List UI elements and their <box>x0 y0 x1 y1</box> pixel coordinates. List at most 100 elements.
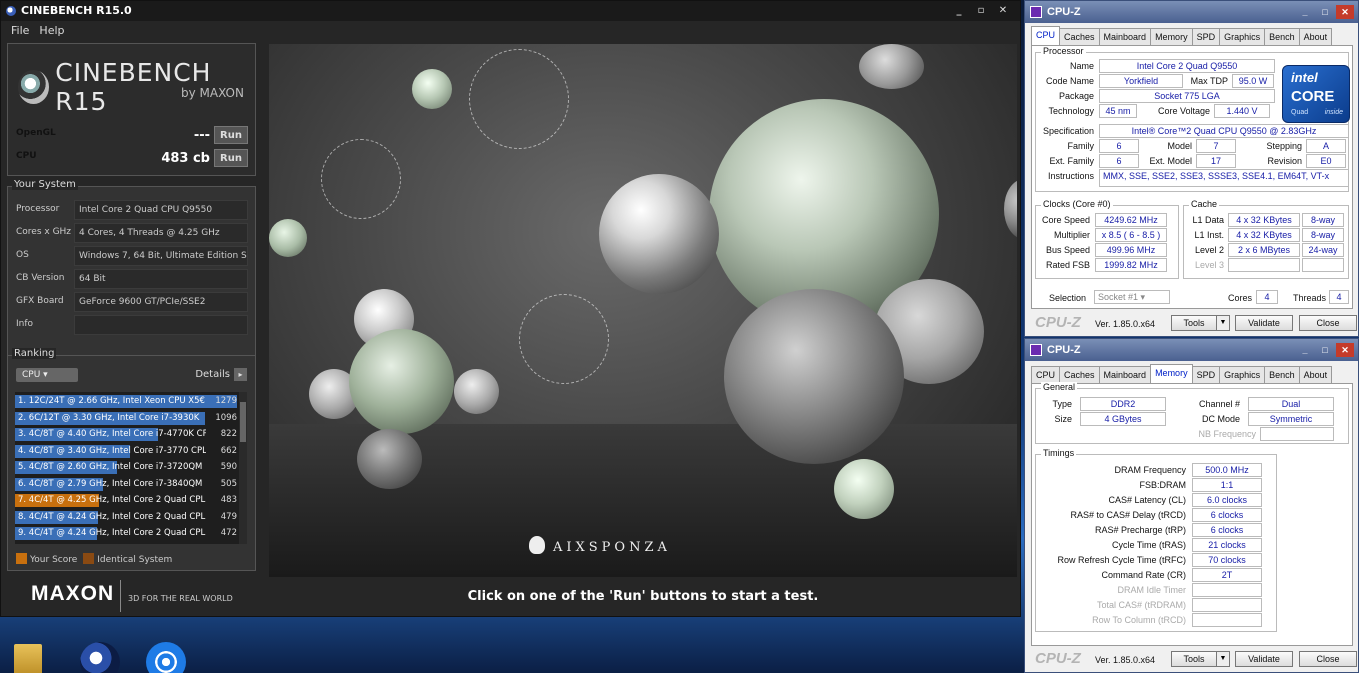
l1inst-label: L1 Inst. <box>1194 230 1224 240</box>
ranking-item[interactable]: 1. 12C/24T @ 2.66 GHz, Intel Xeon CPU X5… <box>15 394 239 409</box>
render-sphere <box>357 429 422 489</box>
tab-about[interactable]: About <box>1298 28 1333 45</box>
tab-caches[interactable]: Caches <box>1059 366 1100 383</box>
ranking-item-label: 3. 4C/8T @ 4.40 GHz, Intel Core i7-4770K… <box>18 429 206 439</box>
legend-identical-label: Identical System <box>97 555 173 565</box>
l1inst-value: 4 x 32 KBytes <box>1228 228 1300 242</box>
tab-spd[interactable]: SPD <box>1191 366 1221 383</box>
opengl-run-button[interactable]: Run <box>214 126 248 144</box>
timing-value: 6 clocks <box>1192 523 1262 537</box>
tab-cpu[interactable]: CPU <box>1031 26 1061 45</box>
tools-dropdown-icon[interactable]: ▼ <box>1216 651 1230 667</box>
menu-file[interactable]: File <box>11 21 29 41</box>
details-label: Details <box>195 369 230 380</box>
close-cpuz-button[interactable]: Close <box>1299 651 1357 667</box>
maximize-button[interactable]: ▫ <box>972 4 990 18</box>
tab-about[interactable]: About <box>1298 366 1333 383</box>
ranking-item[interactable]: 8. 4C/4T @ 4.24 GHz, Intel Core 2 Quad C… <box>15 510 239 525</box>
ranking-item[interactable]: 4. 4C/8T @ 3.40 GHz, Intel Core i7-3770 … <box>15 444 239 459</box>
cinema4d-icon[interactable] <box>80 642 120 673</box>
cpuz-titlebar[interactable]: CPU-Z _ □ ✕ <box>1025 339 1358 361</box>
cpuz-logo: CPU-Z <box>1035 650 1081 667</box>
ranking-item-score: 472 <box>220 528 237 538</box>
timing-label: Command Rate (CR) <box>1101 570 1186 580</box>
validate-button[interactable]: Validate <box>1235 651 1293 667</box>
tab-spd[interactable]: SPD <box>1191 28 1221 45</box>
corevoltage-label: Core Voltage <box>1157 106 1210 116</box>
uplay-icon[interactable] <box>146 642 186 673</box>
ranking-item[interactable]: 9. 4C/4T @ 4.24 GHz, Intel Core 2 Quad C… <box>15 526 239 541</box>
tab-memory[interactable]: Memory <box>1150 28 1193 45</box>
minimize-button[interactable]: _ <box>1296 343 1314 357</box>
tab-mainboard[interactable]: Mainboard <box>1098 366 1152 383</box>
cinebench-logo-icon <box>18 70 50 104</box>
cache-group: Cache L1 Data 4 x 32 KBytes 8-way L1 Ins… <box>1183 199 1349 279</box>
timing-value: 1:1 <box>1192 478 1262 492</box>
cpuz-cpu-window: CPU-Z _ □ ✕ CPU Caches Mainboard Memory SP… <box>1024 0 1359 337</box>
ranking-item-score: 1279 <box>215 396 237 406</box>
system-value: Windows 7, 64 Bit, Ultimate Edition Ser <box>74 246 248 266</box>
processor-title: Processor <box>1041 46 1086 56</box>
ranking-item-label: 9. 4C/4T @ 4.24 GHz, Intel Core 2 Quad C… <box>18 528 206 538</box>
legend-your-score: Your Score <box>16 553 77 565</box>
ranking-item-score: 590 <box>220 462 237 472</box>
cinebench-window: CINEBENCH R15.0 _ ▫ ✕ File Help CINEBENC… <box>0 0 1021 617</box>
tab-caches[interactable]: Caches <box>1059 28 1100 45</box>
cpuz-version: Ver. 1.85.0.x64 <box>1095 655 1156 665</box>
system-value: Intel Core 2 Quad CPU Q9550 <box>74 200 248 220</box>
cpuz-logo: CPU-Z <box>1035 314 1081 331</box>
close-cpuz-button[interactable]: Close <box>1299 315 1357 331</box>
cpuz-version: Ver. 1.85.0.x64 <box>1095 319 1156 329</box>
tab-bench[interactable]: Bench <box>1264 366 1300 383</box>
ranking-legend: Your Score Identical System <box>16 553 172 565</box>
ranking-item[interactable]: 7. 4C/4T @ 4.25 GHz, Intel Core 2 Quad C… <box>15 493 239 508</box>
maximize-button[interactable]: □ <box>1316 343 1334 357</box>
legend-identical: Identical System <box>83 553 172 565</box>
ranking-item[interactable]: 5. 4C/8T @ 2.60 GHz, Intel Core i7-3720Q… <box>15 460 239 475</box>
cpuz-titlebar[interactable]: CPU-Z _ □ ✕ <box>1025 1 1358 23</box>
cinebench-sidebar: CINEBENCH R15 by MAXON OpenGL --- Run CP… <box>7 43 257 614</box>
stepping-value: A <box>1306 139 1346 153</box>
close-button[interactable]: ✕ <box>1336 343 1354 357</box>
tab-bench[interactable]: Bench <box>1264 28 1300 45</box>
tab-memory[interactable]: Memory <box>1150 364 1193 383</box>
ranking-scrollbar[interactable] <box>239 392 247 544</box>
info-field[interactable] <box>74 315 248 335</box>
selection-dropdown[interactable]: Socket #1 ▾ <box>1094 290 1170 304</box>
ranking-item[interactable]: 6. 4C/8T @ 2.79 GHz, Intel Core i7-3840Q… <box>15 477 239 492</box>
ranking-item-score: 505 <box>220 478 237 489</box>
cinebench-titlebar[interactable]: CINEBENCH R15.0 _ ▫ ✕ <box>1 1 1020 21</box>
close-button[interactable]: ✕ <box>994 4 1012 18</box>
render-sphere <box>412 69 452 109</box>
tools-button[interactable]: Tools <box>1171 651 1217 667</box>
menu-help[interactable]: Help <box>39 21 64 41</box>
tools-button[interactable]: Tools <box>1171 315 1217 331</box>
folder-icon[interactable] <box>14 644 42 673</box>
details-button[interactable]: Details ▸ <box>195 368 247 381</box>
tab-cpu[interactable]: CPU <box>1031 366 1061 383</box>
ranking-list[interactable]: 1. 12C/24T @ 2.66 GHz, Intel Xeon CPU X5… <box>15 392 239 544</box>
ranking-item[interactable]: 2. 6C/12T @ 3.30 GHz, Intel Core i7-3930… <box>15 411 239 426</box>
cpuz-tabs: CPU Caches Mainboard Memory SPD Graphics… <box>1031 26 1333 46</box>
maximize-button[interactable]: □ <box>1316 5 1334 19</box>
tab-graphics[interactable]: Graphics <box>1219 28 1266 45</box>
tools-dropdown-icon[interactable]: ▼ <box>1216 315 1230 331</box>
tab-mainboard[interactable]: Mainboard <box>1098 28 1152 45</box>
timing-label: RAS# to CAS# Delay (tRCD) <box>1070 510 1186 520</box>
validate-button[interactable]: Validate <box>1235 315 1293 331</box>
ranking-select[interactable]: CPU ▾ <box>16 368 78 382</box>
minimize-button[interactable]: _ <box>1296 5 1314 19</box>
timing-label: DRAM Frequency <box>1114 465 1186 475</box>
ranking-item[interactable]: 3. 4C/8T @ 4.40 GHz, Intel Core i7-4770K… <box>15 427 239 442</box>
cpu-run-button[interactable]: Run <box>214 149 248 167</box>
close-button[interactable]: ✕ <box>1336 5 1354 19</box>
minimize-button[interactable]: _ <box>950 4 968 18</box>
family-label: Family <box>1067 141 1095 151</box>
opengl-row: OpenGL --- Run <box>16 126 248 146</box>
model-value: 7 <box>1196 139 1236 153</box>
extfamily-label: Ext. Family <box>1049 156 1094 166</box>
cpuz-footer: CPU-Z Ver. 1.85.0.x64 Tools ▼ Validate C… <box>1025 310 1358 336</box>
render-ornament <box>321 139 401 219</box>
tab-graphics[interactable]: Graphics <box>1219 366 1266 383</box>
scrollbar-thumb[interactable] <box>240 402 246 442</box>
